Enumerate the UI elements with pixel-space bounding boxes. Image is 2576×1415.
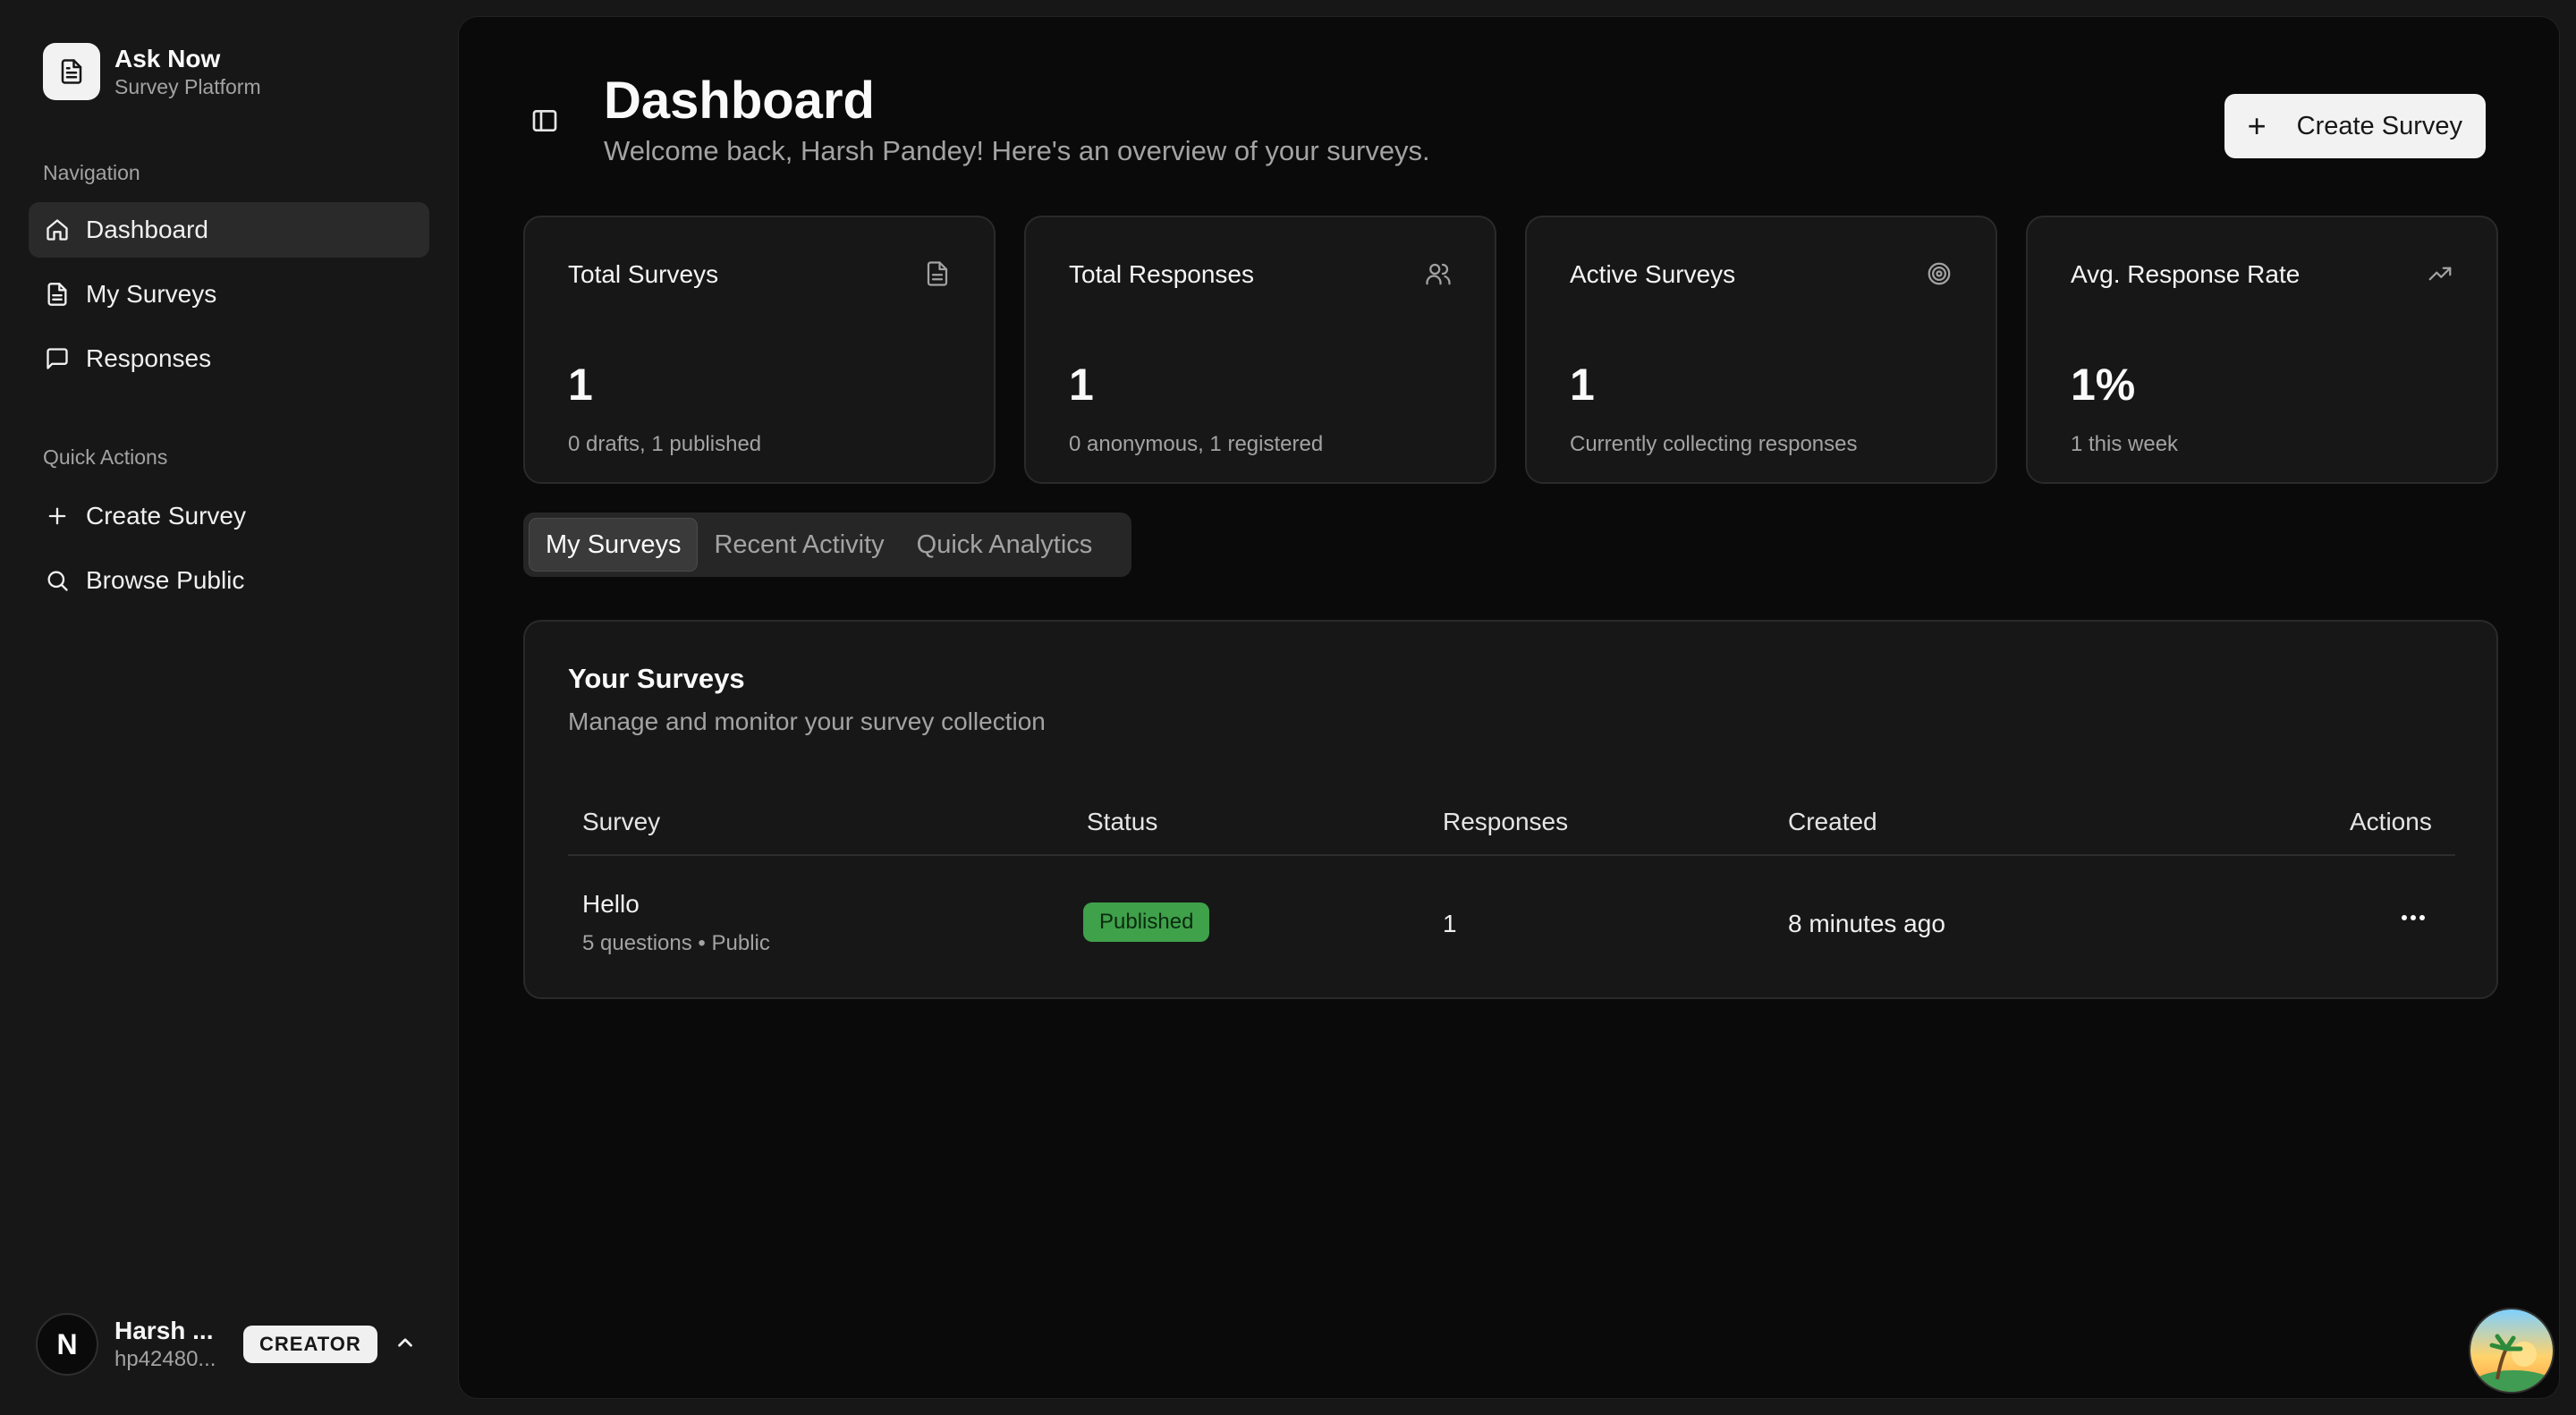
column-header-actions: Actions [2350, 808, 2432, 835]
sidebar-toggle-icon[interactable] [530, 106, 559, 140]
stat-value: 1 [568, 360, 593, 410]
user-menu[interactable]: N Harsh ... hp42480... CREATOR [36, 1313, 417, 1376]
file-icon [43, 43, 100, 100]
sidebar-item-browse-public[interactable]: Browse Public [29, 553, 429, 608]
page-subtitle: Welcome back, Harsh Pandey! Here's an ov… [604, 135, 1430, 166]
file-icon [924, 260, 951, 292]
sidebar-item-label: Browse Public [86, 566, 245, 594]
sidebar-item-label: Dashboard [86, 216, 208, 243]
tab-my-surveys[interactable]: My Surveys [529, 518, 699, 572]
surveys-card-title: Your Surveys [568, 663, 745, 694]
column-header-created: Created [1788, 808, 1877, 835]
users-icon [1425, 260, 1452, 292]
tab-recent-activity[interactable]: Recent Activity [698, 518, 900, 572]
create-survey-label: Create Survey [2296, 111, 2462, 140]
survey-name[interactable]: Hello [582, 890, 640, 919]
user-email: hp42480... [114, 1347, 216, 1371]
column-header-responses: Responses [1443, 808, 1569, 835]
sidebar: Ask Now Survey Platform Navigation Dashb… [0, 0, 458, 1415]
page-title: Dashboard [604, 72, 875, 130]
floating-avatar[interactable] [2469, 1308, 2555, 1394]
stat-note: 1 this week [2071, 432, 2179, 456]
surveys-card: Your Surveys Manage and monitor your sur… [523, 620, 2498, 999]
target-icon [1926, 260, 1953, 292]
home-icon [43, 216, 72, 244]
sidebar-item-responses[interactable]: Responses [29, 331, 429, 386]
surveys-card-subtitle: Manage and monitor your survey collectio… [568, 708, 1046, 735]
status-badge: Published [1083, 902, 1210, 942]
quick-actions-label: Quick Actions [43, 445, 168, 469]
table-divider [568, 854, 2455, 856]
survey-created: 8 minutes ago [1788, 910, 1945, 937]
brand[interactable]: Ask Now Survey Platform [43, 43, 261, 100]
create-survey-button[interactable]: + Create Survey [2224, 94, 2486, 158]
sidebar-item-my-surveys[interactable]: My Surveys [29, 267, 429, 322]
main-panel: Dashboard Welcome back, Harsh Pandey! He… [458, 16, 2560, 1399]
stat-card-active-surveys: Active Surveys 1 Currently collecting re… [1525, 216, 1997, 484]
survey-meta: 5 questions • Public [582, 931, 770, 955]
plus-icon [43, 502, 72, 530]
stat-value: 1 [1069, 360, 1094, 410]
brand-name: Ask Now [114, 45, 221, 72]
stat-title: Total Responses [1069, 260, 1255, 288]
sidebar-item-label: My Surveys [86, 280, 217, 308]
trending-up-icon [2427, 260, 2453, 292]
file-icon [43, 280, 72, 309]
sidebar-item-dashboard[interactable]: Dashboard [29, 202, 429, 258]
stat-card-avg-response-rate: Avg. Response Rate 1% 1 this week [2026, 216, 2498, 484]
more-actions-icon[interactable] [2400, 895, 2427, 930]
nav-section-label: Navigation [43, 161, 140, 184]
stat-value: 1 [1570, 360, 1595, 410]
stat-note: Currently collecting responses [1570, 432, 1858, 456]
stat-card-total-responses: Total Responses 1 0 anonymous, 1 registe… [1024, 216, 1496, 484]
stat-note: 0 drafts, 1 published [568, 432, 762, 456]
stat-note: 0 anonymous, 1 registered [1069, 432, 1324, 456]
tab-bar: My Surveys Recent Activity Quick Analyti… [523, 513, 1131, 577]
stat-value: 1% [2071, 360, 2136, 410]
stat-title: Total Surveys [568, 260, 719, 288]
chevron-up-icon[interactable] [394, 1331, 417, 1359]
plus-icon: + [2247, 107, 2267, 144]
stat-title: Active Surveys [1570, 260, 1736, 288]
survey-responses: 1 [1443, 910, 1457, 937]
column-header-survey: Survey [582, 808, 661, 835]
avatar: N [36, 1313, 98, 1376]
sidebar-item-label: Create Survey [86, 502, 246, 530]
stat-title: Avg. Response Rate [2071, 260, 2301, 288]
sidebar-item-label: Responses [86, 344, 212, 372]
search-icon [43, 566, 72, 595]
message-icon [43, 344, 72, 373]
stat-card-total-surveys: Total Surveys 1 0 drafts, 1 published [523, 216, 996, 484]
user-name: Harsh ... [114, 1317, 214, 1344]
brand-subtitle: Survey Platform [114, 75, 261, 98]
column-header-status: Status [1087, 808, 1158, 835]
role-badge: CREATOR [243, 1326, 377, 1363]
sidebar-item-create-survey[interactable]: Create Survey [29, 488, 429, 544]
tab-quick-analytics[interactable]: Quick Analytics [901, 518, 1109, 572]
